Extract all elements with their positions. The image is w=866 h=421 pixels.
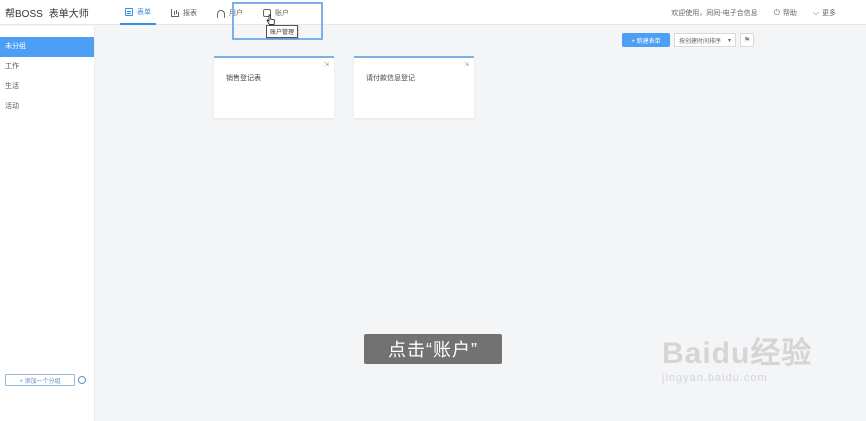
nav-report[interactable]: 报表 — [166, 0, 202, 25]
brand[interactable]: 帮BOSS 表单大师 — [5, 5, 89, 20]
pin-icon[interactable]: ⇲ — [324, 61, 329, 68]
nav-report-label: 报表 — [183, 9, 197, 17]
nav-users[interactable]: 用户 — [212, 0, 248, 25]
header-right: 欢迎使用，同同-电子合信息 ⏻ 帮助 ⌵ 更多 — [655, 0, 836, 25]
help-icon: ⏻ — [773, 7, 780, 17]
instruction-caption: 点击“账户” — [364, 334, 502, 364]
sidebar: 未分组 工作 生活 活动 — [0, 26, 95, 421]
add-group-button[interactable]: + 添加一个分组 — [5, 374, 75, 386]
top-bar: 帮BOSS 表单大师 表单 报表 用户 账户 欢迎使用，同同-电子合信息 ⏻ 帮助 … — [0, 0, 866, 25]
help-label: 帮助 — [782, 9, 797, 17]
nav-account-label: 账户 — [275, 9, 289, 17]
brand-logo: 帮BOSS — [5, 9, 43, 20]
help-link[interactable]: ⏻ 帮助 — [774, 8, 797, 18]
flag-button[interactable]: ⚑ — [740, 33, 754, 47]
watermark-url: jingyan.baidu.com — [662, 372, 768, 384]
nav-form[interactable]: 表单 — [120, 0, 156, 25]
settings-icon[interactable] — [78, 376, 86, 384]
users-icon — [217, 10, 225, 18]
chevron-down-icon: ⌵ — [812, 7, 819, 17]
more-link[interactable]: ⌵ 更多 — [813, 8, 836, 18]
nav-account[interactable]: 账户 — [258, 0, 294, 25]
new-form-button[interactable]: + 新建表单 — [622, 33, 670, 47]
pin-icon[interactable]: ⇲ — [464, 61, 469, 68]
form-card[interactable]: ⇲ 请付款信息登记 — [354, 56, 474, 118]
form-card[interactable]: ⇲ 销售登记表 — [214, 56, 334, 118]
form-card-title: 销售登记表 — [226, 75, 261, 82]
nav-users-label: 用户 — [229, 9, 243, 17]
watermark-text: Baidu经验 — [662, 337, 813, 370]
sidebar-item-life[interactable]: 生活 — [0, 77, 94, 97]
baidu-watermark: Baidu经验 jingyan.baidu.com — [662, 328, 822, 384]
more-label: 更多 — [822, 9, 836, 17]
sort-select-value: 按创建时间排序 — [679, 38, 722, 45]
sidebar-item-ungrouped[interactable]: 未分组 — [0, 37, 94, 57]
nav-form-label: 表单 — [137, 8, 151, 16]
brand-product: 表单大师 — [48, 9, 89, 20]
account-tooltip: 账户管理 — [266, 25, 299, 38]
chevron-down-icon: ▾ — [727, 37, 731, 44]
hand-cursor-icon — [266, 14, 275, 25]
bar-chart-icon — [171, 8, 179, 17]
main-nav: 表单 报表 用户 账户 — [120, 0, 304, 25]
form-icon — [125, 7, 133, 16]
sidebar-item-work[interactable]: 工作 — [0, 57, 94, 77]
sort-select[interactable]: 按创建时间排序 ▾ — [674, 33, 736, 47]
flag-icon: ⚑ — [743, 37, 751, 44]
group-list: 未分组 工作 生活 活动 — [0, 37, 94, 117]
form-card-title: 请付款信息登记 — [366, 75, 415, 82]
welcome-text[interactable]: 欢迎使用，同同-电子合信息 — [671, 8, 757, 18]
sidebar-item-activity[interactable]: 活动 — [0, 97, 94, 117]
